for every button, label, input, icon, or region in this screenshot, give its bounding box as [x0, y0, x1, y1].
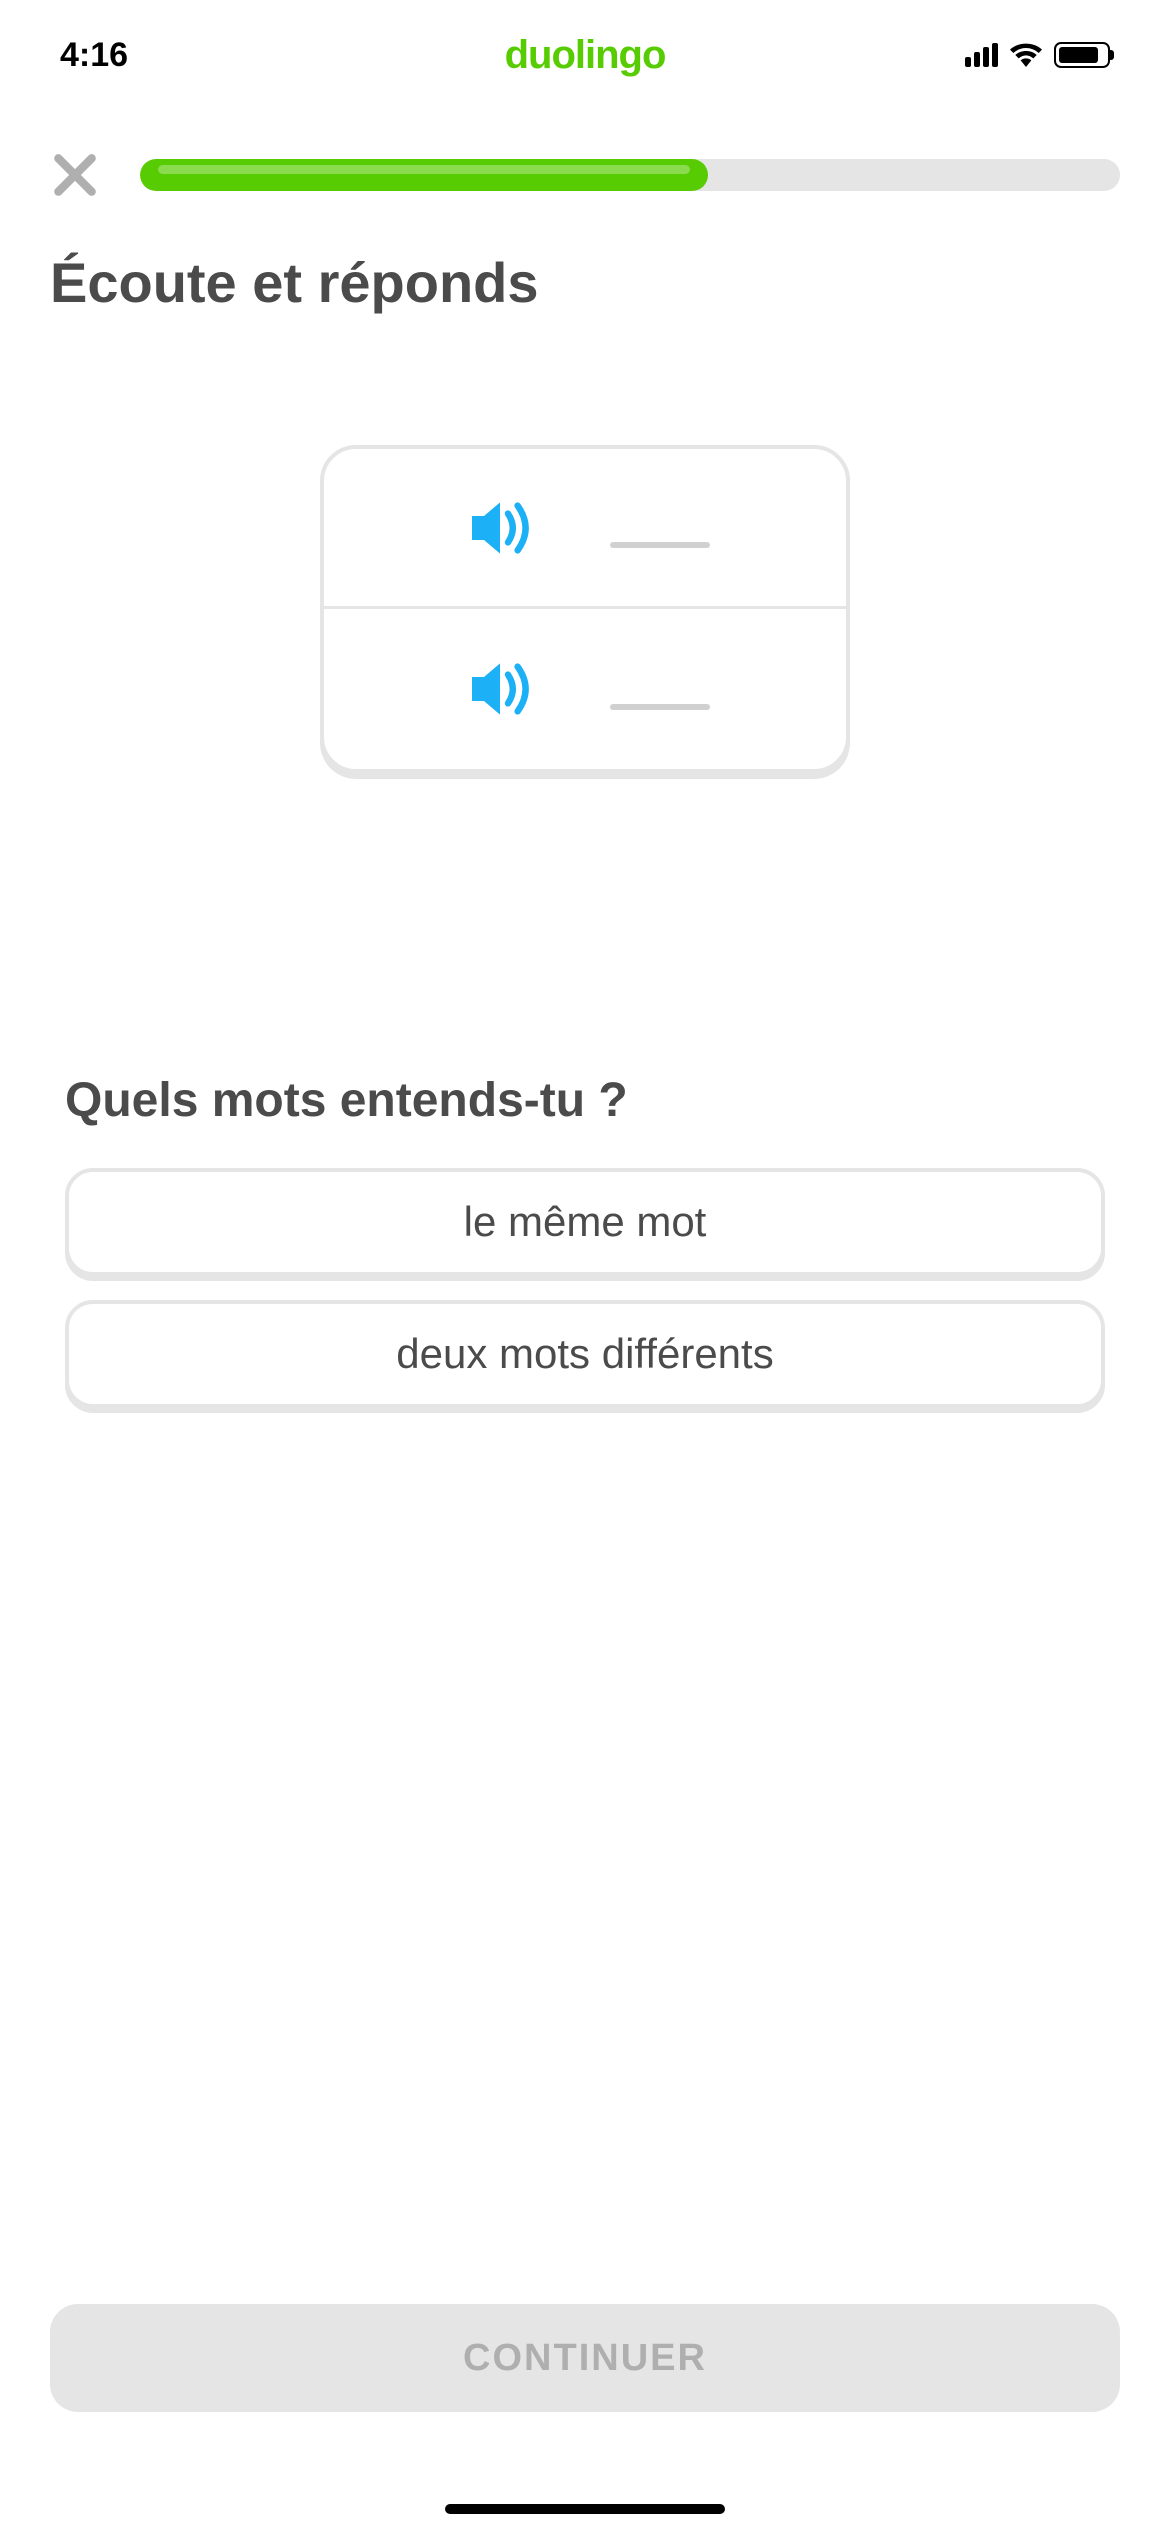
answer-option-2[interactable]: deux mots différents	[65, 1300, 1105, 1408]
progress-fill	[140, 159, 708, 191]
answer-option-1[interactable]: le même mot	[65, 1168, 1105, 1276]
wifi-icon	[1010, 43, 1042, 67]
audio-play-button-1[interactable]	[324, 449, 846, 609]
audio-play-button-2[interactable]	[324, 609, 846, 769]
audio-word-blank-2	[610, 704, 710, 710]
speaker-icon	[460, 649, 540, 729]
battery-icon	[1054, 42, 1110, 68]
progress-section	[0, 110, 1170, 230]
status-icons	[965, 42, 1110, 68]
app-logo: duolingo	[505, 33, 666, 78]
close-button[interactable]	[50, 150, 100, 200]
answer-options: le même mot deux mots différents	[0, 1128, 1170, 1448]
exercise-title: Écoute et réponds	[0, 230, 1170, 335]
home-indicator[interactable]	[445, 2504, 725, 2514]
continue-section: CONTINUER	[0, 2304, 1170, 2412]
continue-button[interactable]: CONTINUER	[50, 2304, 1120, 2412]
status-time: 4:16	[60, 36, 260, 75]
audio-word-blank-1	[610, 542, 710, 548]
speaker-icon	[460, 488, 540, 568]
status-bar: 4:16 duolingo	[0, 0, 1170, 110]
progress-bar	[140, 159, 1120, 191]
cellular-signal-icon	[965, 43, 998, 67]
close-icon	[50, 150, 100, 200]
question-text: Quels mots entends-tu ?	[0, 1073, 1170, 1128]
audio-card-wrapper	[0, 445, 1170, 773]
audio-card	[320, 445, 850, 773]
